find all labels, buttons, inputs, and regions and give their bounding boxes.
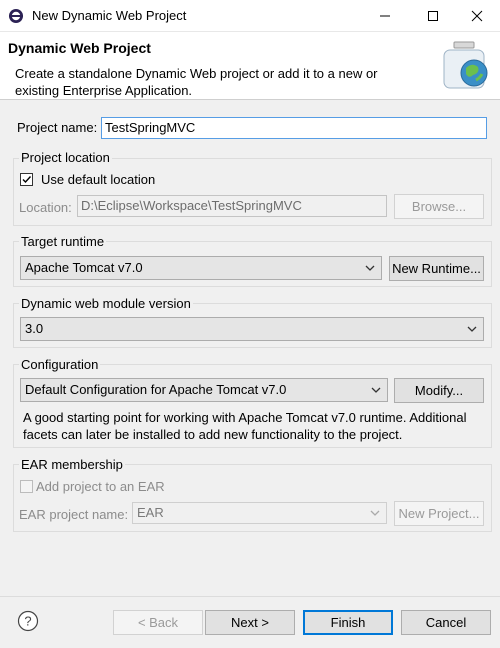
- modify-button[interactable]: Modify...: [394, 378, 484, 403]
- project-name-input[interactable]: TestSpringMVC: [101, 117, 487, 139]
- project-location-title: Project location: [19, 150, 112, 165]
- chevron-down-icon: [467, 326, 477, 332]
- minimize-icon: [380, 15, 390, 17]
- chevron-down-icon: [371, 387, 381, 393]
- minimize-button[interactable]: [362, 0, 408, 32]
- footer-divider: [0, 596, 500, 597]
- checkmark-icon: [22, 176, 32, 184]
- web-project-globe-jar-icon: [443, 41, 488, 89]
- target-runtime-value: Apache Tomcat v7.0: [25, 260, 143, 275]
- close-button[interactable]: [454, 0, 500, 32]
- add-to-ear-checkbox[interactable]: [20, 480, 33, 493]
- ear-project-name-label: EAR project name:: [19, 507, 129, 522]
- back-button[interactable]: < Back: [113, 610, 203, 635]
- cancel-button[interactable]: Cancel: [401, 610, 491, 635]
- location-input[interactable]: D:\Eclipse\Workspace\TestSpringMVC: [77, 195, 387, 217]
- maximize-button[interactable]: [410, 0, 456, 32]
- page-title: Dynamic Web Project: [8, 40, 151, 56]
- module-version-select[interactable]: 3.0: [20, 317, 484, 341]
- target-runtime-select[interactable]: Apache Tomcat v7.0: [20, 256, 382, 280]
- module-version-value: 3.0: [25, 321, 44, 336]
- project-name-label: Project name:: [17, 120, 98, 135]
- new-runtime-button[interactable]: New Runtime...: [389, 256, 484, 281]
- maximize-icon: [428, 11, 438, 21]
- add-to-ear-label: Add project to an EAR: [36, 479, 165, 494]
- browse-button[interactable]: Browse...: [394, 194, 484, 219]
- page-description: Create a standalone Dynamic Web project …: [15, 66, 378, 98]
- next-button[interactable]: Next >: [205, 610, 295, 635]
- use-default-location-checkbox[interactable]: [20, 173, 33, 186]
- finish-button[interactable]: Finish: [303, 610, 393, 635]
- location-label: Location:: [19, 200, 72, 215]
- configuration-description: A good starting point for working with A…: [23, 410, 467, 442]
- ear-project-name-value: EAR: [137, 505, 164, 520]
- help-icon[interactable]: ?: [17, 610, 39, 632]
- target-runtime-title: Target runtime: [19, 234, 107, 249]
- chevron-down-icon: [370, 510, 380, 516]
- chevron-down-icon: [365, 265, 375, 271]
- configuration-select[interactable]: Default Configuration for Apache Tomcat …: [20, 378, 388, 402]
- configuration-title: Configuration: [19, 357, 101, 372]
- svg-text:?: ?: [24, 614, 31, 629]
- ear-project-name-select[interactable]: EAR: [132, 502, 387, 524]
- configuration-value: Default Configuration for Apache Tomcat …: [25, 382, 287, 397]
- window-title: New Dynamic Web Project: [32, 8, 187, 23]
- new-ear-project-button[interactable]: New Project...: [394, 501, 484, 526]
- eclipse-icon: [9, 9, 23, 23]
- close-icon: [471, 10, 483, 22]
- module-version-title: Dynamic web module version: [19, 296, 193, 311]
- use-default-location-label: Use default location: [41, 172, 156, 187]
- ear-membership-title: EAR membership: [19, 457, 125, 472]
